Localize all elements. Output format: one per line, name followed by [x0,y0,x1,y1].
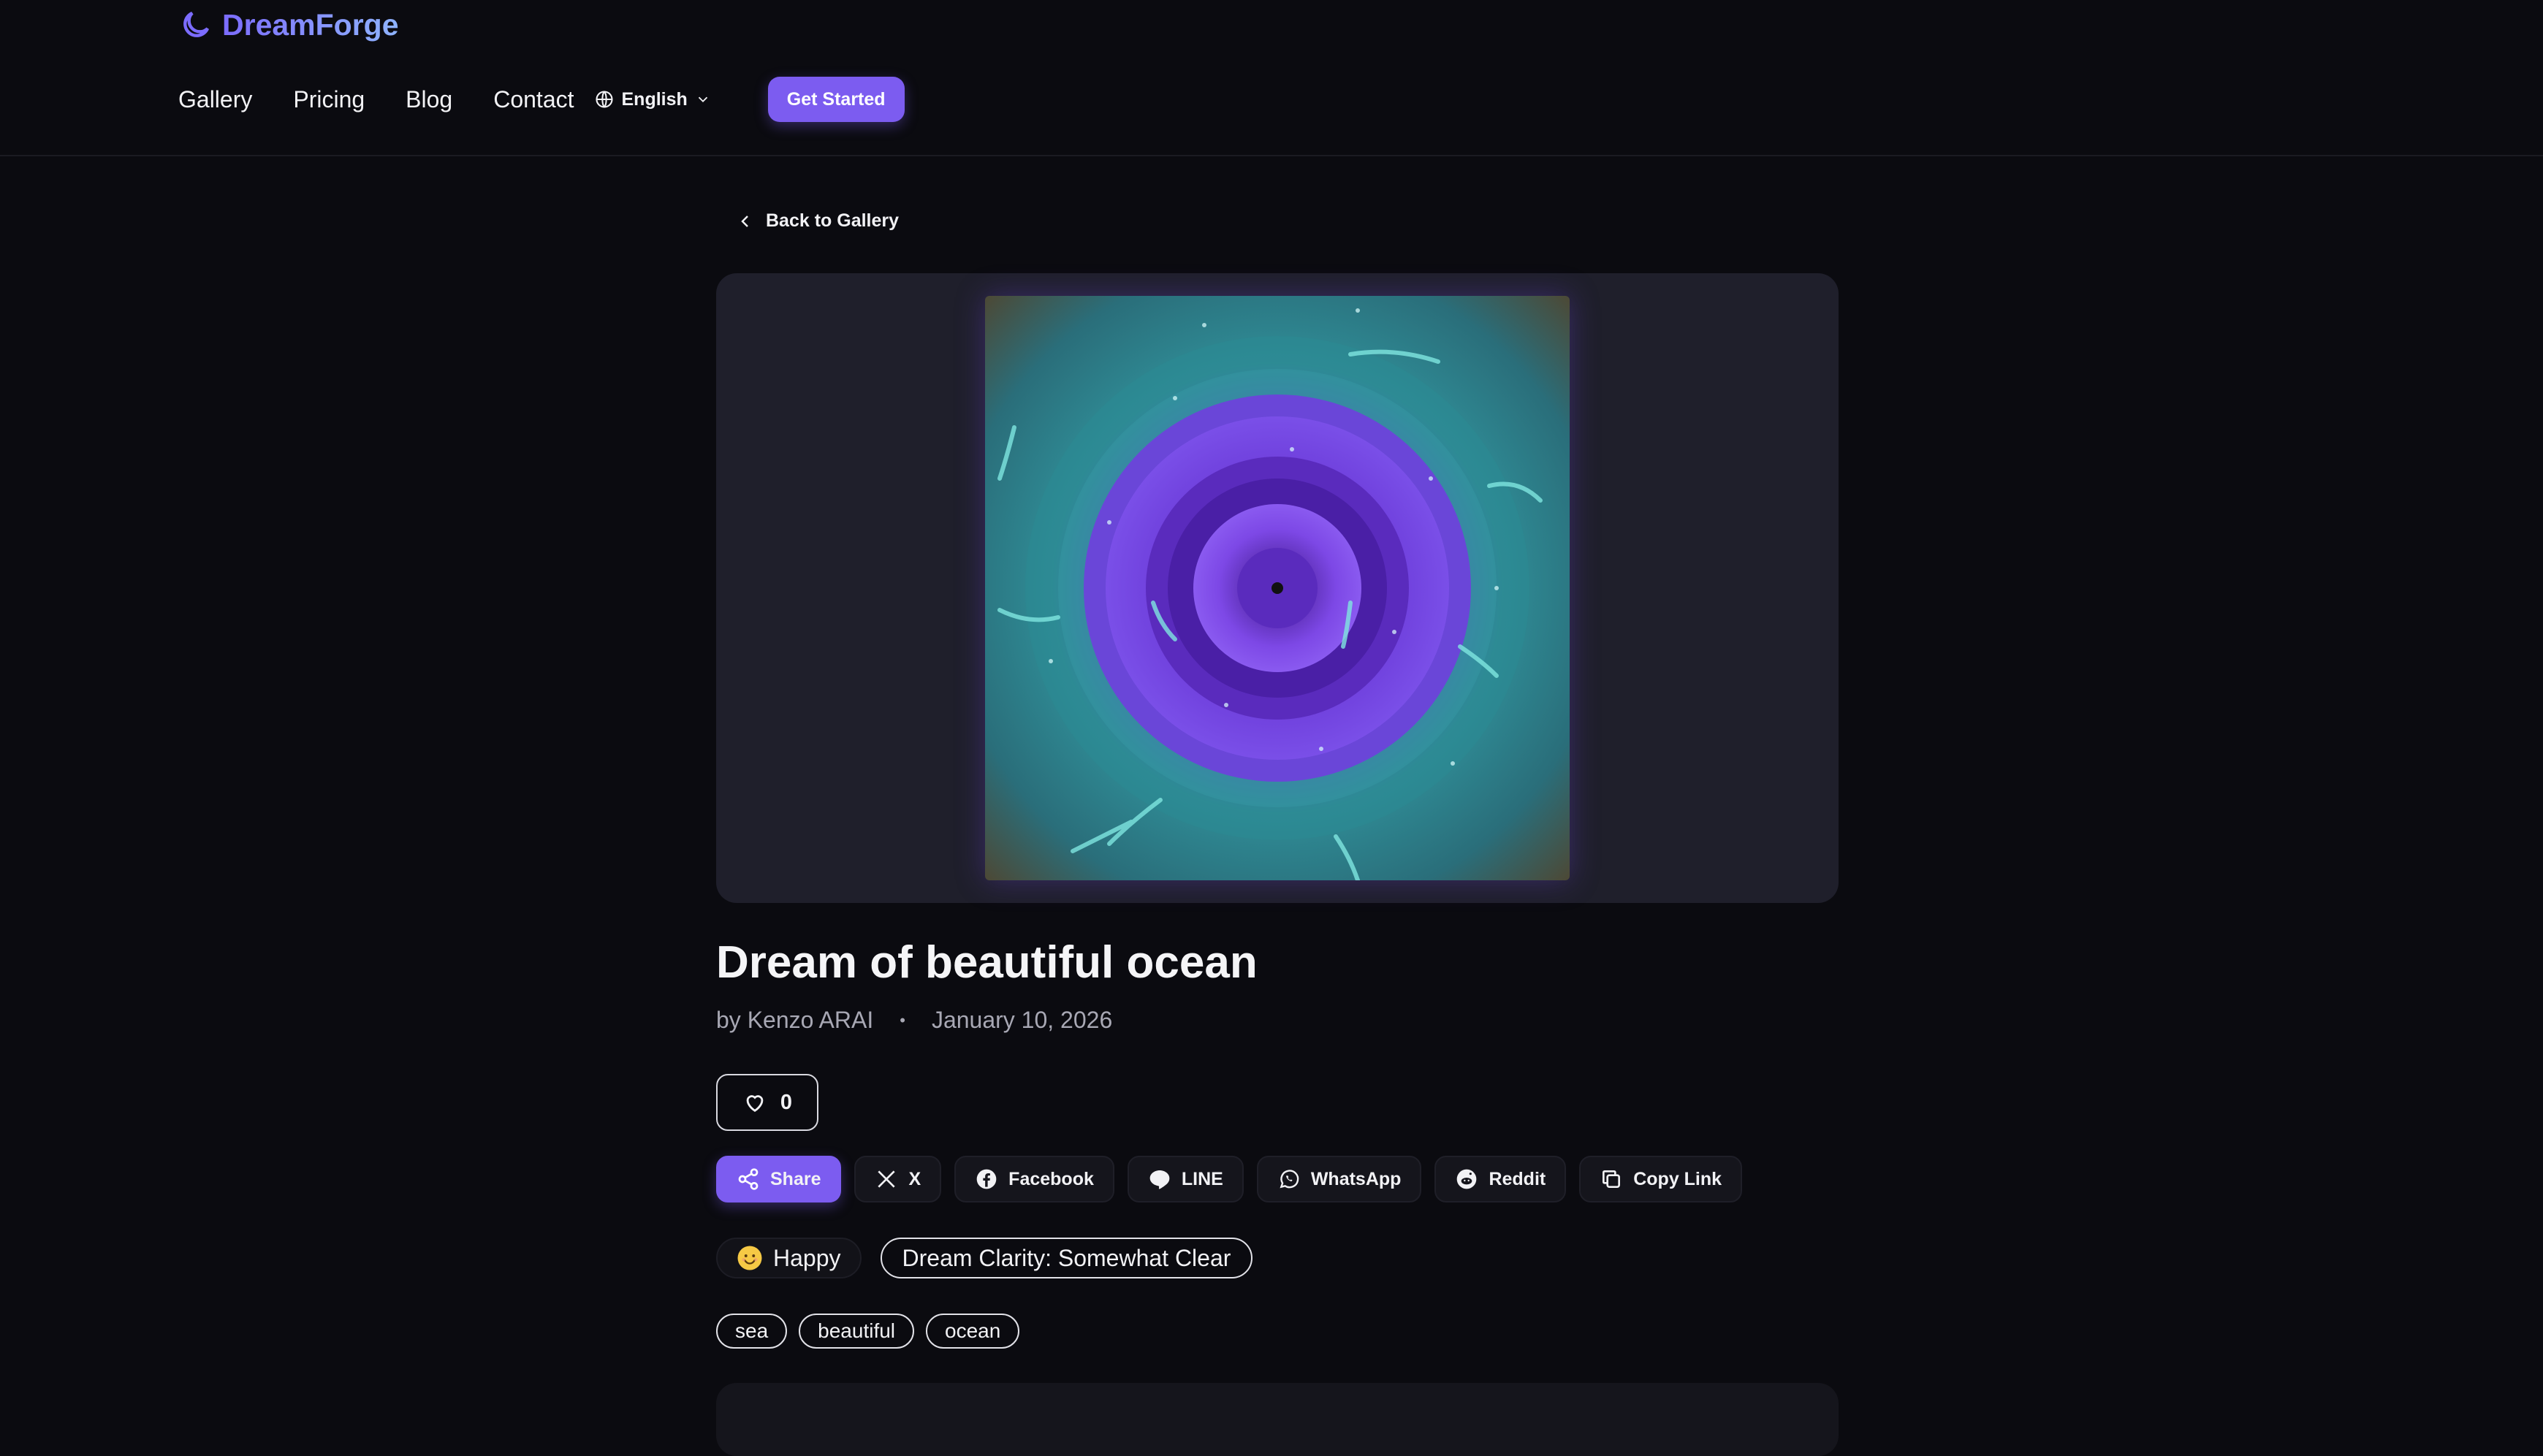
line-icon [1149,1170,1170,1189]
share-whatsapp-button[interactable]: WhatsApp [1256,1156,1422,1202]
share-x-button[interactable]: X [854,1156,942,1202]
back-to-gallery-link[interactable]: Back to Gallery [737,210,899,232]
tag-beautiful[interactable]: beautiful [799,1314,915,1349]
share-whatsapp-label: WhatsApp [1310,1168,1402,1189]
copy-icon [1603,1170,1621,1188]
share-icon [738,1168,759,1190]
like-button[interactable]: 0 [716,1074,818,1131]
get-started-button[interactable]: Get Started [767,77,905,122]
header-divider [0,155,2543,156]
heart-icon [746,1095,764,1113]
tag-sea[interactable]: sea [716,1314,788,1349]
mood-badge: Happy [716,1238,862,1278]
facebook-icon [976,1169,997,1189]
smile-emoji-icon [737,1246,762,1270]
language-selector[interactable]: English [594,89,711,110]
reddit-icon [1457,1169,1477,1189]
share-reddit-label: Reddit [1489,1168,1546,1189]
meta-separator: • [900,1010,905,1029]
globe-icon [595,91,613,108]
share-label: Share [770,1168,821,1189]
share-row: Share X Facebook LINE WhatsApp Reddit Co… [716,1156,1743,1202]
share-button[interactable]: Share [716,1156,842,1202]
dream-artwork [985,296,1570,880]
share-facebook-button[interactable]: Facebook [954,1156,1114,1202]
nav-gallery[interactable]: Gallery [178,86,252,113]
whatsapp-icon [1280,1170,1299,1189]
x-logo-icon [878,1170,896,1188]
mood-label: Happy [773,1244,841,1271]
language-label: English [621,88,688,110]
brand-logo[interactable]: DreamForge [178,7,399,42]
share-facebook-label: Facebook [1008,1168,1094,1189]
brand-name: DreamForge [222,7,399,42]
tag-ocean[interactable]: ocean [926,1314,1020,1349]
chevron-left-icon [741,215,748,227]
copy-link-button[interactable]: Copy Link [1579,1156,1743,1202]
moon-icon [183,11,210,37]
nav-pricing[interactable]: Pricing [293,86,365,113]
clarity-badge: Dream Clarity: Somewhat Clear [880,1238,1253,1278]
description-panel [716,1383,1839,1456]
nav-blog[interactable]: Blog [406,86,452,113]
dream-author[interactable]: by Kenzo ARAI [716,1007,873,1034]
copy-link-label: Copy Link [1633,1168,1722,1189]
main-nav: Gallery Pricing Blog Contact English Get… [178,76,905,123]
dream-attributes: Happy Dream Clarity: Somewhat Clear [716,1238,1253,1278]
back-link-label: Back to Gallery [766,210,900,231]
dream-meta: by Kenzo ARAI • January 10, 2026 [716,1007,1112,1034]
tag-list: sea beautiful ocean [716,1314,1020,1349]
like-count: 0 [780,1090,793,1114]
dream-title: Dream of beautiful ocean [716,937,1258,988]
dream-image[interactable] [985,296,1570,880]
share-line-button[interactable]: LINE [1127,1156,1244,1202]
chevron-down-icon [698,96,707,103]
share-x-label: X [908,1168,921,1189]
dream-date: January 10, 2026 [931,1007,1113,1033]
nav-contact[interactable]: Contact [493,86,574,113]
share-line-label: LINE [1181,1168,1223,1189]
share-reddit-button[interactable]: Reddit [1434,1156,1567,1202]
